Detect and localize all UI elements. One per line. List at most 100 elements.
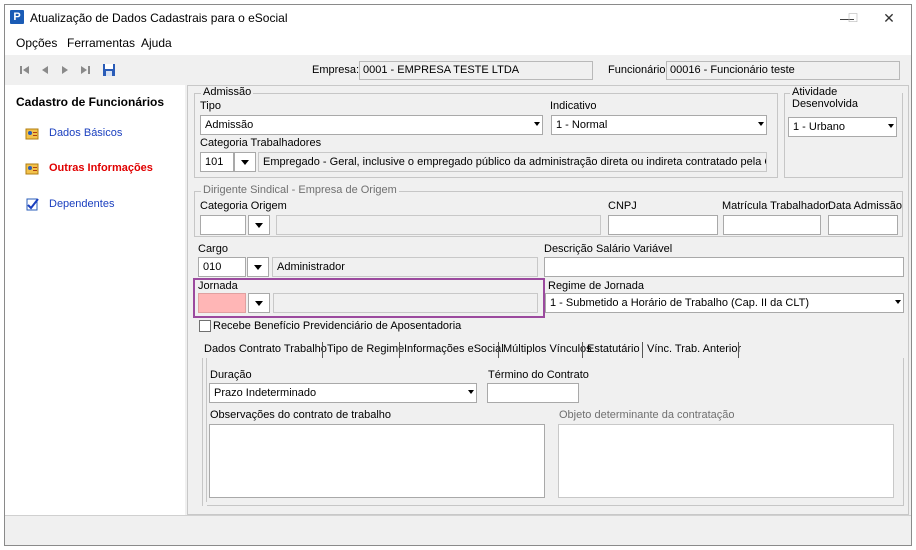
indicativo-label: Indicativo <box>550 100 597 112</box>
chevron-down-icon <box>254 265 262 270</box>
observacoes-label: Observações do contrato de trabalho <box>210 409 392 421</box>
chevron-down-icon <box>241 160 249 165</box>
matricula-label: Matrícula Trabalhador <box>722 200 829 212</box>
jornada-label: Jornada <box>198 280 238 292</box>
chevron-down-icon <box>468 390 474 394</box>
categoria-code-field[interactable]: 101 <box>200 152 234 172</box>
tipo-select-value: Admissão <box>205 119 254 131</box>
jornada-code-field[interactable] <box>198 293 246 313</box>
content-panel: Admissão Tipo Admissão Indicativo 1 - No… <box>187 85 909 515</box>
cnpj-label: CNPJ <box>608 200 637 212</box>
tab-tipo-regime[interactable]: Tipo de Regime <box>327 341 404 359</box>
chevron-down-icon <box>758 122 764 126</box>
funcionario-label: Funcionário: <box>608 64 669 76</box>
matricula-field[interactable] <box>723 215 821 235</box>
tab-divider <box>322 342 323 358</box>
jornada-lookup-button[interactable] <box>248 293 270 313</box>
chevron-down-icon <box>888 124 894 128</box>
last-record-icon[interactable] <box>79 64 91 76</box>
data-admissao-field[interactable] <box>828 215 898 235</box>
tipo-label: Tipo <box>200 100 221 112</box>
beneficio-label: Recebe Benefício Previdenciário de Apose… <box>213 320 462 332</box>
tab-strip: Dados Contrato Trabalho Tipo de Regime I… <box>202 341 902 359</box>
duracao-select[interactable]: Prazo Indeterminado <box>209 383 477 403</box>
person-card-icon <box>25 163 39 175</box>
sidebar: Cadastro de Funcionários Dados Básicos O… <box>5 85 185 515</box>
window-title: Atualização de Dados Cadastrais para o e… <box>30 11 288 25</box>
indicativo-select[interactable]: 1 - Normal <box>551 115 767 135</box>
title-bar: P Atualização de Dados Cadastrais para o… <box>5 5 911 31</box>
tab-informacoes-esocial[interactable]: Informações eSocial <box>404 341 504 359</box>
admissao-group-title: Admissão <box>201 86 254 98</box>
termino-label: Término do Contrato <box>488 369 589 381</box>
save-icon[interactable] <box>102 63 116 77</box>
categoria-lookup-button[interactable] <box>234 152 256 172</box>
jornada-desc-field <box>273 293 538 313</box>
tab-divider <box>399 342 400 358</box>
tab-vinc-trab-anterior[interactable]: Vínc. Trab. Anterior <box>647 341 741 359</box>
descricao-salario-label: Descrição Salário Variável <box>544 243 673 255</box>
main-window: P Atualização de Dados Cadastrais para o… <box>4 4 912 546</box>
regime-jornada-select[interactable]: 1 - Submetido a Horário de Trabalho (Cap… <box>545 293 904 313</box>
tab-estatutario[interactable]: Estatutário <box>587 341 640 359</box>
checklist-icon <box>26 198 39 211</box>
termino-field[interactable] <box>487 383 579 403</box>
observacoes-textarea[interactable] <box>209 424 545 498</box>
cargo-label: Cargo <box>198 243 228 255</box>
menu-ferramentas[interactable]: Ferramentas <box>67 36 135 50</box>
menu-bar: Opções Ferramentas Ajuda <box>5 31 911 55</box>
cnpj-field[interactable] <box>608 215 718 235</box>
atividade-group-title: Atividade Desenvolvida <box>790 86 902 110</box>
status-bar <box>5 515 911 545</box>
regime-jornada-label: Regime de Jornada <box>548 280 645 292</box>
tab-multiplos-vinculos[interactable]: Múltiplos Vínculos <box>503 341 592 359</box>
categoria-origem-lookup-button[interactable] <box>248 215 270 235</box>
empresa-field: 0001 - EMPRESA TESTE LTDA <box>359 61 593 80</box>
beneficio-checkbox[interactable] <box>199 320 211 332</box>
first-record-icon[interactable] <box>19 64 31 76</box>
categoria-origem-desc-field <box>276 215 601 235</box>
empresa-label: Empresa: <box>312 64 360 76</box>
categoria-label: Categoria Trabalhadores <box>200 137 322 149</box>
descricao-salario-field[interactable] <box>544 257 904 277</box>
close-button[interactable]: ✕ <box>867 5 911 31</box>
next-record-icon[interactable] <box>59 64 71 76</box>
tab-divider <box>498 342 499 358</box>
cargo-code-field[interactable]: 010 <box>198 257 246 277</box>
sidebar-item-label: Dependentes <box>49 198 115 210</box>
funcionario-field: 00016 - Funcionário teste <box>666 61 900 80</box>
categoria-origem-code-field[interactable] <box>200 215 246 235</box>
prev-record-icon[interactable] <box>39 64 51 76</box>
categoria-origem-label: Categoria Origem <box>200 200 287 212</box>
categoria-desc-field: Empregado - Geral, inclusive o empregado… <box>258 152 767 172</box>
tab-divider <box>582 342 583 358</box>
person-card-icon <box>25 128 39 140</box>
duracao-select-value: Prazo Indeterminado <box>214 387 317 399</box>
atividade-select[interactable]: 1 - Urbano <box>788 117 897 137</box>
toolbar: Empresa: 0001 - EMPRESA TESTE LTDA Funci… <box>5 55 911 85</box>
sidebar-title: Cadastro de Funcionários <box>16 95 165 109</box>
regime-jornada-select-value: 1 - Submetido a Horário de Trabalho (Cap… <box>550 297 810 309</box>
indicativo-select-value: 1 - Normal <box>556 119 608 131</box>
cargo-lookup-button[interactable] <box>247 257 269 277</box>
sidebar-item-label: Dados Básicos <box>49 127 123 139</box>
chevron-down-icon <box>895 300 901 304</box>
sidebar-item-label: Outras Informações <box>49 162 153 174</box>
chevron-down-icon <box>534 122 540 126</box>
cargo-desc-field: Administrador <box>272 257 538 277</box>
objeto-label: Objeto determinante da contratação <box>559 409 735 421</box>
atividade-select-value: 1 - Urbano <box>793 121 845 133</box>
chevron-down-icon <box>255 223 263 228</box>
objeto-textarea <box>558 424 894 498</box>
tab-divider <box>738 342 739 358</box>
tab-dados-contrato[interactable]: Dados Contrato Trabalho <box>204 341 327 359</box>
duracao-label: Duração <box>210 369 252 381</box>
app-logo-icon: P <box>10 10 24 24</box>
menu-opcoes[interactable]: Opções <box>16 36 57 50</box>
tipo-select[interactable]: Admissão <box>200 115 543 135</box>
tab-divider <box>642 342 643 358</box>
dirigente-group-title: Dirigente Sindical - Empresa de Origem <box>201 184 399 196</box>
menu-ajuda[interactable]: Ajuda <box>141 36 172 50</box>
chevron-down-icon <box>255 301 263 306</box>
data-admissao-label: Data Admissão <box>828 200 902 212</box>
